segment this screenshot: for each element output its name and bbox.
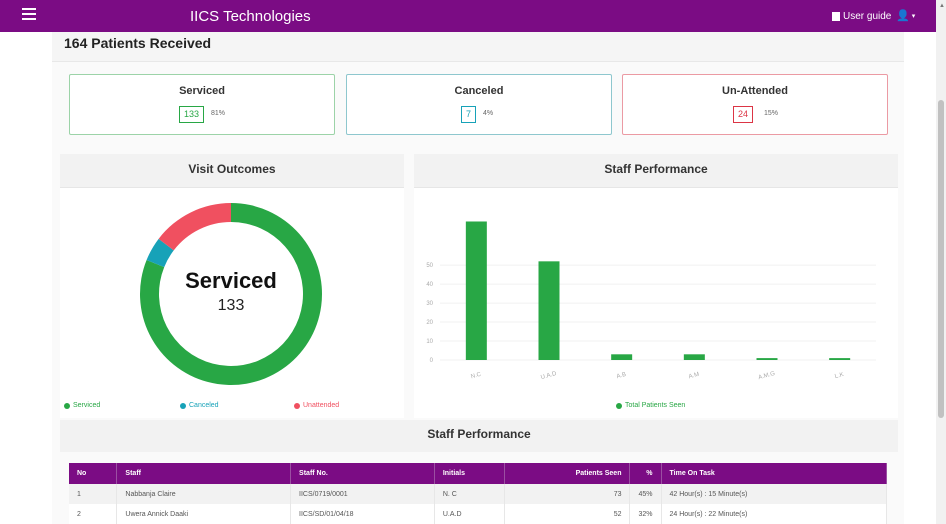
summary-count: 133 bbox=[179, 106, 205, 123]
legend-label: Serviced bbox=[73, 402, 101, 409]
table-row[interactable]: 2 Uwera Annick Daaki IICS/SD/01/04/18 U.… bbox=[69, 504, 887, 524]
summary-title: Canceled bbox=[454, 85, 504, 97]
summary-percent: 81% bbox=[211, 110, 226, 117]
summary-card-serviced: Serviced 133 81% bbox=[69, 74, 335, 135]
top-navbar: IICS Technologies User guide 👤 ▾ bbox=[0, 0, 936, 32]
legend-unattended[interactable]: Unattended bbox=[294, 402, 339, 409]
summary-card-canceled: Canceled 7 4% bbox=[346, 74, 612, 135]
table-header-row: No Staff Staff No. Initials Patients See… bbox=[69, 463, 887, 484]
summary-title: Un-Attended bbox=[722, 85, 788, 97]
legend-label: Total Patients Seen bbox=[625, 402, 686, 409]
table-cell: U.A.D bbox=[434, 504, 505, 524]
table-cell: 45% bbox=[629, 484, 662, 504]
staff-performance-table: No Staff Staff No. Initials Patients See… bbox=[69, 463, 887, 524]
table-cell: 52 bbox=[504, 504, 631, 524]
legend-dot-icon bbox=[294, 402, 300, 409]
table-cell: 1 bbox=[69, 484, 118, 504]
table-cell: IICS/SD/01/04/18 bbox=[290, 504, 435, 524]
summary-title: Serviced bbox=[179, 85, 225, 97]
legend-dot-icon bbox=[616, 402, 622, 409]
summary-count: 24 bbox=[733, 106, 754, 123]
table-cell: N. C bbox=[434, 484, 505, 504]
page-scrollbar-thumb[interactable] bbox=[938, 100, 944, 418]
received-header: 164 Patients Received bbox=[52, 32, 904, 62]
legend-dot-icon bbox=[64, 402, 70, 409]
staff-performance-card: Staff Performance bbox=[414, 154, 898, 418]
table-cell: IICS/0719/0001 bbox=[290, 484, 435, 504]
legend-dot-icon bbox=[180, 402, 186, 409]
staff-performance-table-title: Staff Performance bbox=[60, 420, 898, 452]
legend-label: Unattended bbox=[303, 402, 340, 409]
table-row[interactable]: 1 Nabbanja Claire IICS/0719/0001 N. C 73… bbox=[69, 484, 887, 504]
table-cell: 2 bbox=[69, 504, 118, 524]
table-cell: 42 Hour(s) : 15 Minute(s) bbox=[661, 484, 887, 504]
column-header-staff[interactable]: Staff bbox=[116, 463, 292, 484]
user-icon: 👤 bbox=[896, 10, 910, 22]
brand-title[interactable]: IICS Technologies bbox=[190, 8, 311, 25]
donut-center-label: Serviced bbox=[185, 268, 277, 293]
table-cell: 32% bbox=[629, 504, 662, 524]
column-header-no[interactable]: No bbox=[69, 463, 118, 484]
legend-total-patients-seen[interactable]: Total Patients Seen bbox=[616, 402, 685, 409]
donut-center-value: 133 bbox=[217, 297, 245, 314]
column-header-initials[interactable]: Initials bbox=[434, 463, 505, 484]
column-header-staff-no[interactable]: Staff No. bbox=[290, 463, 435, 484]
book-icon bbox=[832, 12, 840, 21]
legend-serviced[interactable]: Serviced bbox=[64, 402, 100, 409]
chevron-down-icon: ▾ bbox=[911, 12, 916, 20]
summary-card-unattended: Un-Attended 24 15% bbox=[622, 74, 888, 135]
table-cell: 24 Hour(s) : 22 Minute(s) bbox=[661, 504, 887, 524]
visit-outcomes-title: Visit Outcomes bbox=[60, 154, 404, 188]
table-cell: 73 bbox=[504, 484, 631, 504]
legend-label: Canceled bbox=[189, 402, 219, 409]
user-menu-button[interactable]: 👤 ▾ bbox=[896, 9, 915, 22]
column-header-time-on-task[interactable]: Time On Task bbox=[661, 463, 887, 484]
hamburger-menu-icon[interactable] bbox=[22, 8, 36, 20]
summary-count: 7 bbox=[461, 106, 477, 123]
table-cell: Uwera Annick Daaki bbox=[116, 504, 292, 524]
column-header-percent[interactable]: % bbox=[629, 463, 662, 484]
legend-canceled[interactable]: Canceled bbox=[180, 402, 219, 409]
patients-received-title: 164 Patients Received bbox=[64, 35, 212, 51]
table-cell: Nabbanja Claire bbox=[116, 484, 292, 504]
user-guide-link[interactable]: User guide bbox=[832, 11, 891, 22]
scroll-up-icon[interactable]: ▲ bbox=[939, 3, 945, 9]
user-guide-label: User guide bbox=[843, 11, 892, 22]
column-header-patients-seen[interactable]: Patients Seen bbox=[504, 463, 631, 484]
summary-percent: 4% bbox=[483, 110, 494, 117]
staff-performance-title: Staff Performance bbox=[414, 154, 898, 188]
summary-percent: 15% bbox=[764, 110, 779, 117]
